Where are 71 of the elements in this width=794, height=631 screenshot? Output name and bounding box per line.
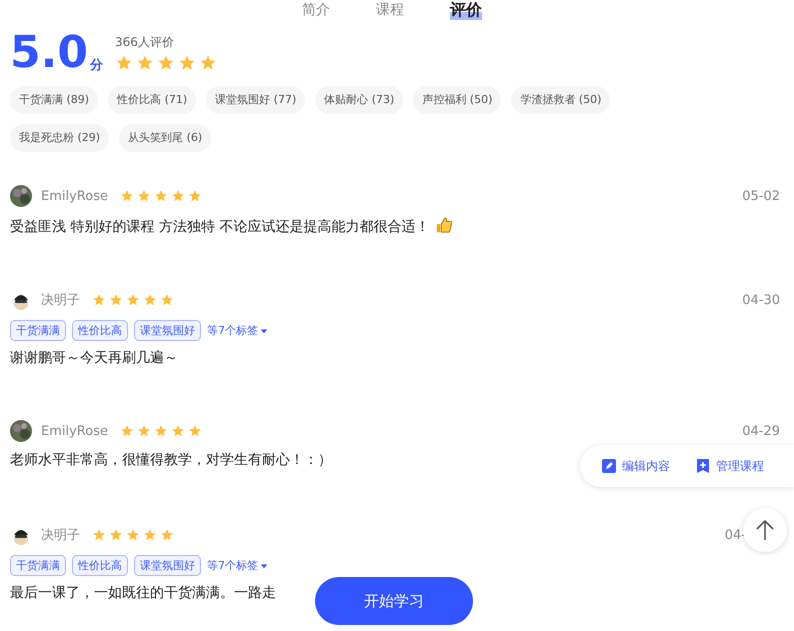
caret-icon bbox=[260, 326, 268, 334]
star-icon bbox=[170, 424, 185, 438]
score: 5.0 bbox=[10, 30, 88, 76]
review-tag: 性价比高 bbox=[72, 555, 128, 576]
toolbar-label: 编辑内容 bbox=[622, 458, 670, 474]
star-icon bbox=[170, 189, 185, 203]
star-icon bbox=[154, 189, 168, 203]
toolbar-label: 管理课程 bbox=[716, 458, 764, 474]
tab[interactable]: 评价 bbox=[450, 0, 482, 20]
review-date: 05-02 bbox=[742, 188, 780, 204]
star-icon bbox=[154, 424, 168, 438]
user-name[interactable]: 决明子 bbox=[41, 526, 80, 544]
back-to-top-button[interactable] bbox=[743, 508, 787, 552]
star-icon bbox=[136, 424, 151, 438]
caret-icon bbox=[260, 562, 268, 570]
review-tag: 干货满满 bbox=[10, 555, 66, 576]
review-text: 谢谢鹏哥～今天再刷几遍～ bbox=[10, 349, 178, 367]
user-name[interactable]: EmilyRose bbox=[41, 424, 108, 438]
toolbar-button[interactable]: 编辑内容 bbox=[602, 458, 670, 474]
star-icon bbox=[198, 54, 217, 72]
review-text: 最后一课了，一如既往的干货满满。一路走 bbox=[10, 584, 276, 602]
star-icon bbox=[126, 528, 140, 542]
edit-icon bbox=[602, 459, 616, 473]
review-text: 老师水平非常高，很懂得教学，对学生有耐心！：） bbox=[10, 451, 332, 469]
user-name[interactable]: 决明子 bbox=[41, 291, 80, 309]
tag-filter[interactable]: 我是死忠粉 (29) bbox=[10, 124, 110, 152]
review-date: 04-30 bbox=[742, 292, 780, 308]
tag-filter[interactable]: 课堂氛围好 (77) bbox=[206, 86, 306, 114]
tag-filter[interactable]: 性价比高 (71) bbox=[108, 86, 196, 114]
review-count: 366人评价 bbox=[114, 34, 175, 51]
start-learning-button[interactable]: 开始学习 bbox=[315, 577, 473, 625]
tag-filter[interactable]: 干货满满 (89) bbox=[10, 86, 98, 114]
star-icon bbox=[188, 424, 202, 438]
tag-filter[interactable]: 学渣拯救者 (50) bbox=[511, 86, 610, 114]
review-tag: 课堂氛围好 bbox=[134, 320, 201, 341]
star-icon bbox=[156, 54, 175, 72]
user-name[interactable]: EmilyRose bbox=[41, 188, 108, 204]
star-icon bbox=[143, 528, 157, 542]
star-icon bbox=[109, 528, 123, 542]
star-icon bbox=[143, 293, 157, 307]
star-icon bbox=[92, 293, 106, 307]
star-icon bbox=[188, 189, 202, 203]
review-tag: 性价比高 bbox=[72, 320, 128, 341]
score-unit: 分 bbox=[90, 57, 103, 74]
tab[interactable]: 课程 bbox=[376, 0, 404, 20]
tag-filter[interactable]: 从头笑到尾 (6) bbox=[119, 124, 212, 152]
review-tag: 课堂氛围好 bbox=[134, 555, 201, 576]
star-icon bbox=[114, 54, 133, 72]
star-icon bbox=[120, 189, 134, 203]
avatar[interactable] bbox=[10, 420, 32, 442]
review-tag: 干货满满 bbox=[10, 320, 66, 341]
star-icon bbox=[120, 424, 134, 438]
more-tags-link[interactable]: 等7个标签 bbox=[207, 323, 268, 338]
star-icon bbox=[136, 54, 154, 72]
tag-filter[interactable]: 体贴耐心 (73) bbox=[315, 86, 404, 114]
review-date: 04-29 bbox=[742, 424, 780, 438]
star-icon bbox=[178, 54, 196, 72]
star-icon bbox=[109, 293, 123, 307]
review-date: 04- bbox=[724, 528, 746, 542]
bookmark-plus-icon bbox=[696, 459, 710, 473]
review-text: 受益匪浅 特别好的课程 方法独特 不论应试还是提高能力都很合适！ bbox=[10, 218, 430, 236]
star-icon bbox=[92, 528, 106, 542]
star-icon bbox=[126, 293, 140, 307]
tag-filter[interactable]: 声控福利 (50) bbox=[413, 86, 502, 114]
star-icon bbox=[160, 293, 174, 307]
toolbar-button[interactable]: 管理课程 bbox=[696, 458, 764, 474]
star-icon bbox=[136, 189, 151, 203]
avatar[interactable] bbox=[10, 185, 32, 207]
star-icon bbox=[160, 528, 174, 542]
more-tags-link[interactable]: 等7个标签 bbox=[207, 558, 268, 573]
tab[interactable]: 简介 bbox=[302, 0, 330, 20]
